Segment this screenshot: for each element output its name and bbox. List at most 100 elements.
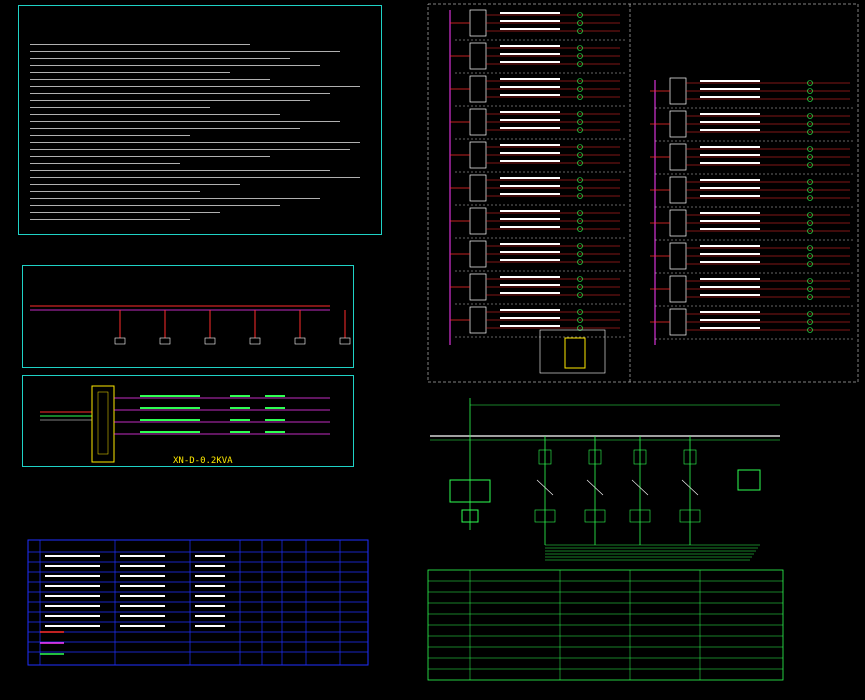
distribution-box	[469, 141, 487, 169]
circuit-label	[500, 243, 560, 245]
table-cell-text	[45, 555, 100, 557]
distribution-box	[669, 275, 687, 303]
circuit-label	[700, 212, 760, 214]
topology-diagram	[30, 305, 351, 345]
distribution-box	[469, 108, 487, 136]
circuit-label	[500, 111, 560, 113]
table-cell-text	[45, 565, 100, 567]
table-cell-text	[45, 615, 100, 617]
distribution-box	[469, 240, 487, 268]
circuit-label	[500, 45, 560, 47]
xn-load-label	[265, 407, 285, 409]
distribution-box	[469, 273, 487, 301]
circuit-label	[500, 325, 560, 327]
circuit-label	[700, 146, 760, 148]
table-cell-text	[195, 605, 225, 607]
circuit-label	[700, 162, 760, 164]
circuit-label	[700, 286, 760, 288]
table-cell-text	[45, 575, 100, 577]
distribution-box	[469, 42, 487, 70]
circuit-label	[700, 88, 760, 90]
circuit-label	[700, 253, 760, 255]
circuit-label	[500, 78, 560, 80]
circuit-label	[500, 309, 560, 311]
circuit-label	[500, 276, 560, 278]
xn-cable-spec	[140, 419, 200, 421]
topology-node	[339, 337, 351, 345]
distribution-box	[669, 77, 687, 105]
circuit-label	[700, 129, 760, 131]
xn-cable-spec	[140, 395, 200, 397]
circuit-label	[500, 218, 560, 220]
circuit-label	[700, 195, 760, 197]
xn-cable-spec	[140, 407, 200, 409]
riser-diagram	[427, 3, 859, 383]
table-cell-text	[195, 595, 225, 597]
distribution-box	[669, 110, 687, 138]
distribution-box	[669, 308, 687, 336]
distribution-box	[469, 174, 487, 202]
xn-load-label	[265, 395, 285, 397]
distribution-box	[669, 209, 687, 237]
circuit-label	[700, 228, 760, 230]
circuit-label	[500, 251, 560, 253]
table-cell-text	[120, 565, 165, 567]
distribution-box	[669, 143, 687, 171]
circuit-label	[500, 28, 560, 30]
circuit-label	[500, 284, 560, 286]
table-cell-text	[45, 605, 100, 607]
xn-cable-spec	[140, 431, 200, 433]
distribution-box	[669, 242, 687, 270]
legend-table	[27, 539, 369, 666]
distribution-box	[469, 9, 487, 37]
table-cell-text	[195, 555, 225, 557]
circuit-label	[500, 20, 560, 22]
table-cell-text	[195, 615, 225, 617]
circuit-label	[700, 319, 760, 321]
table-cell-text	[195, 565, 225, 567]
single-line-schematic	[427, 398, 784, 681]
table-cell-text	[195, 575, 225, 577]
table-cell-text	[120, 585, 165, 587]
circuit-label	[500, 259, 560, 261]
circuit-label	[700, 327, 760, 329]
circuit-label	[700, 96, 760, 98]
circuit-label	[700, 187, 760, 189]
topology-node	[294, 337, 306, 345]
circuit-label	[700, 278, 760, 280]
circuit-label	[700, 261, 760, 263]
circuit-label	[500, 193, 560, 195]
circuit-label	[500, 94, 560, 96]
circuit-label	[700, 311, 760, 313]
circuit-label	[500, 53, 560, 55]
xn-load-label	[230, 431, 250, 433]
cad-drawing	[27, 3, 859, 681]
circuit-label	[700, 179, 760, 181]
circuit-label	[500, 86, 560, 88]
xn-diagram	[40, 385, 330, 463]
table-cell-text	[45, 595, 100, 597]
table-cell-text	[120, 595, 165, 597]
circuit-label	[500, 119, 560, 121]
table-cell-text	[120, 605, 165, 607]
circuit-label	[500, 127, 560, 129]
circuit-label	[500, 226, 560, 228]
distribution-box	[469, 306, 487, 334]
circuit-label	[500, 210, 560, 212]
circuit-label	[500, 292, 560, 294]
circuit-label	[500, 160, 560, 162]
topology-node	[114, 337, 126, 345]
circuit-label	[700, 154, 760, 156]
circuit-label	[700, 294, 760, 296]
circuit-label	[700, 80, 760, 82]
circuit-label	[700, 220, 760, 222]
distribution-box	[669, 176, 687, 204]
circuit-label	[500, 61, 560, 63]
circuit-label	[700, 113, 760, 115]
table-cell-text	[45, 585, 100, 587]
table-cell-text	[195, 625, 225, 627]
topology-node	[249, 337, 261, 345]
circuit-label	[500, 152, 560, 154]
topology-node	[159, 337, 171, 345]
circuit-label	[500, 12, 560, 14]
